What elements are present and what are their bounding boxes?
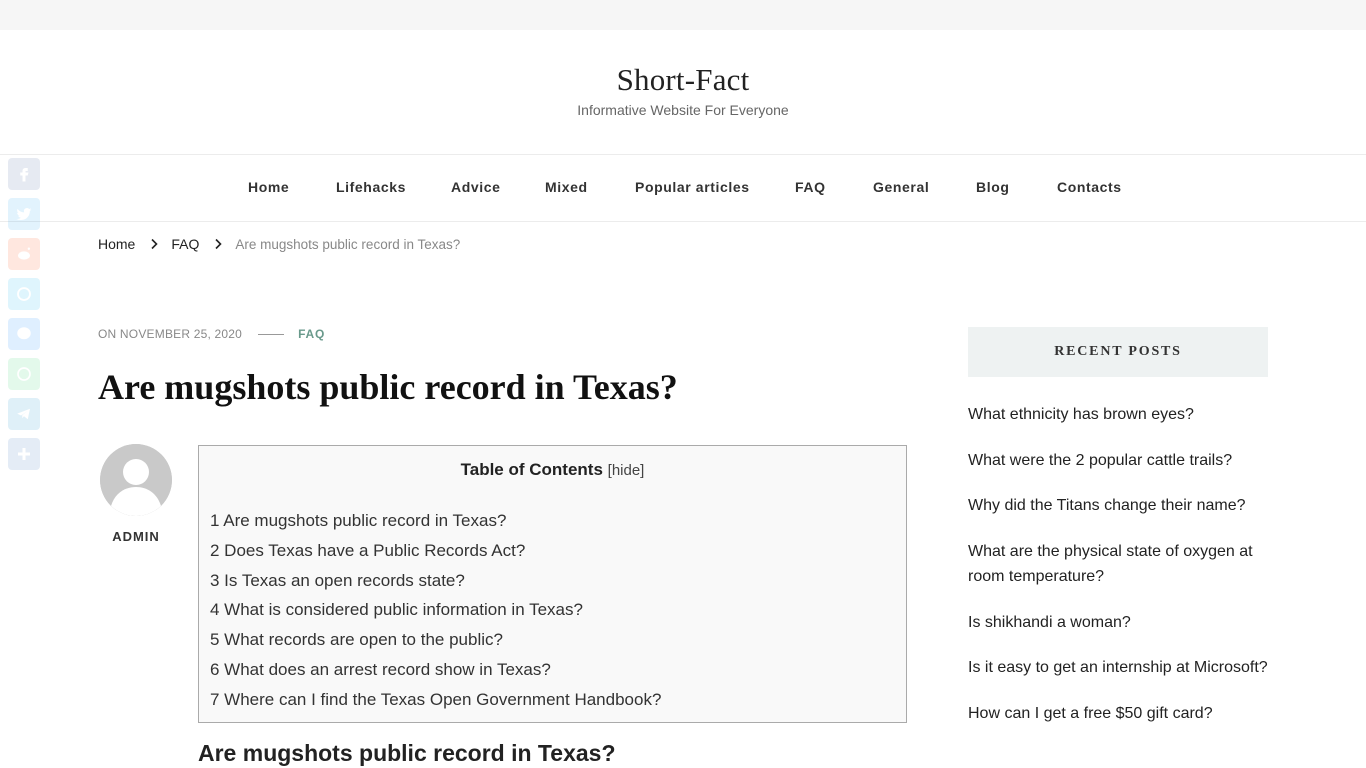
main-nav: Home Lifehacks Advice Mixed Popular arti… (0, 155, 1366, 222)
telegram-share-button[interactable] (8, 398, 40, 430)
toc-header: Table of Contents [hide] (199, 460, 906, 480)
toc-item[interactable]: 6 What does an arrest record show in Tex… (210, 655, 661, 685)
recent-post-link[interactable]: Why did the Titans change their name? (968, 493, 1268, 519)
toc-title: Table of Contents (460, 460, 603, 479)
toc-list: 1 Are mugshots public record in Texas? 2… (210, 506, 661, 715)
whatsapp-icon (17, 367, 31, 381)
post-category-link[interactable]: FAQ (298, 327, 325, 341)
site-tagline: Informative Website For Everyone (577, 102, 789, 118)
recent-posts-title: RECENT POSTS (968, 327, 1268, 377)
toc-item[interactable]: 7 Where can I find the Texas Open Govern… (210, 685, 661, 715)
skype-share-button[interactable] (8, 278, 40, 310)
recent-post-link[interactable]: How can I get a free $50 gift card? (968, 701, 1268, 727)
recent-post-link[interactable]: Is it easy to get an internship at Micro… (968, 655, 1268, 681)
breadcrumb-home[interactable]: Home (98, 236, 135, 252)
author-name[interactable]: ADMIN (100, 529, 172, 544)
recent-posts-list: What ethnicity has brown eyes? What were… (968, 402, 1268, 726)
chevron-right-icon (151, 238, 158, 250)
breadcrumb: Home FAQ Are mugshots public record in T… (98, 234, 460, 254)
reddit-icon (18, 247, 31, 260)
nav-item-lifehacks[interactable]: Lifehacks (336, 179, 406, 195)
messenger-icon (17, 327, 31, 340)
more-share-button[interactable] (8, 438, 40, 470)
recent-post-link[interactable]: What ethnicity has brown eyes? (968, 402, 1268, 428)
avatar[interactable] (100, 444, 172, 516)
nav-item-faq[interactable]: FAQ (795, 179, 826, 195)
skype-icon (17, 287, 31, 301)
reddit-share-button[interactable] (8, 238, 40, 270)
twitter-icon (16, 208, 32, 221)
toc-item[interactable]: 4 What is considered public information … (210, 595, 661, 625)
nav-item-home[interactable]: Home (248, 179, 289, 195)
social-share-bar (8, 158, 40, 478)
facebook-share-button[interactable] (8, 158, 40, 190)
telegram-icon (17, 408, 30, 420)
twitter-share-button[interactable] (8, 198, 40, 230)
toc-item[interactable]: 1 Are mugshots public record in Texas? (210, 506, 661, 536)
share-icon (18, 448, 30, 460)
toc-item[interactable]: 3 Is Texas an open records state? (210, 566, 661, 596)
nav-item-advice[interactable]: Advice (451, 179, 501, 195)
nav-item-contacts[interactable]: Contacts (1057, 179, 1122, 195)
toc-item[interactable]: 2 Does Texas have a Public Records Act? (210, 536, 661, 566)
breadcrumb-category[interactable]: FAQ (171, 236, 199, 252)
toc-toggle-link[interactable]: [hide] (608, 462, 645, 479)
sidebar: RECENT POSTS What ethnicity has brown ey… (968, 327, 1268, 746)
recent-post-link[interactable]: What were the 2 popular cattle trails? (968, 448, 1268, 474)
post-meta: ON NOVEMBER 25, 2020 FAQ (98, 327, 325, 341)
toc-item[interactable]: 5 What records are open to the public? (210, 625, 661, 655)
post-title: Are mugshots public record in Texas? (98, 367, 678, 407)
site-header: Short-Fact Informative Website For Every… (0, 30, 1366, 155)
breadcrumb-current: Are mugshots public record in Texas? (235, 236, 461, 252)
whatsapp-share-button[interactable] (8, 358, 40, 390)
user-silhouette-icon (100, 444, 172, 516)
nav-item-mixed[interactable]: Mixed (545, 179, 588, 195)
top-bar (0, 0, 1366, 30)
chevron-right-icon (215, 238, 223, 250)
meta-divider (258, 333, 285, 335)
nav-item-blog[interactable]: Blog (976, 179, 1010, 195)
site-title[interactable]: Short-Fact (0, 62, 1366, 98)
nav-item-popular-articles[interactable]: Popular articles (635, 179, 750, 195)
messenger-share-button[interactable] (8, 318, 40, 350)
recent-post-link[interactable]: What are the physical state of oxygen at… (968, 539, 1268, 590)
section-heading: Are mugshots public record in Texas? (198, 740, 616, 766)
recent-post-link[interactable]: Is shikhandi a woman? (968, 610, 1268, 636)
author-box: ADMIN (100, 444, 172, 544)
post-date: ON NOVEMBER 25, 2020 (98, 327, 243, 341)
nav-item-general[interactable]: General (873, 179, 929, 195)
table-of-contents: Table of Contents [hide] 1 Are mugshots … (198, 445, 907, 723)
facebook-icon (20, 168, 29, 182)
